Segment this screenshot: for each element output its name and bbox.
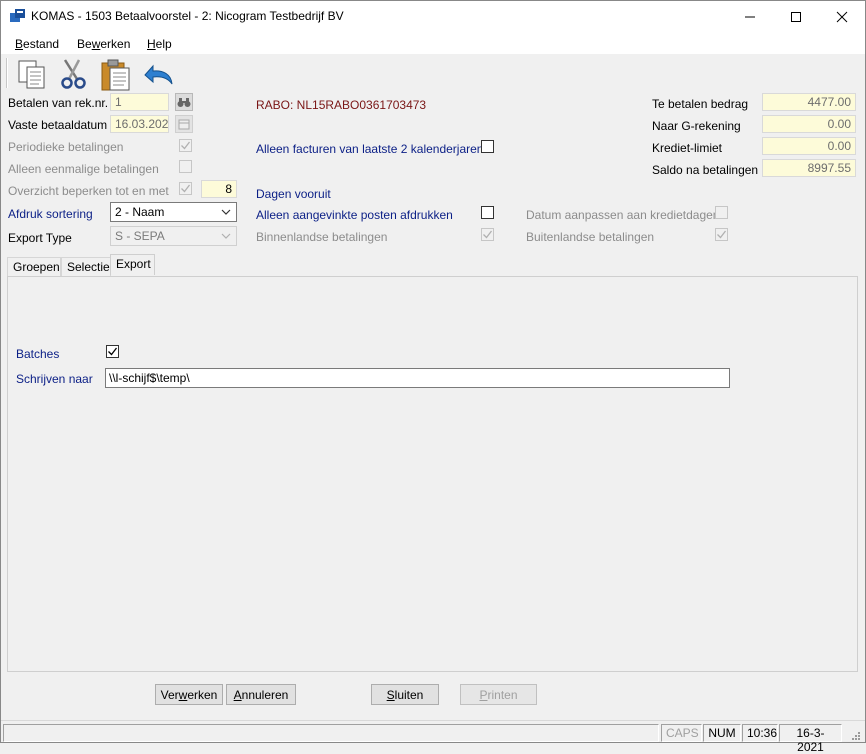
close-button[interactable] [819,1,865,32]
undo-icon [144,64,173,85]
undo-button[interactable] [141,57,175,91]
rek-field[interactable]: 1 [110,93,169,111]
resize-grip-icon[interactable] [847,729,861,743]
copy-button[interactable] [15,57,49,91]
minimize-button[interactable] [727,1,773,32]
menu-bestand[interactable]: Bestand [15,37,59,51]
status-message [3,724,659,742]
g-rekening-label: Naar G-rekening [652,119,741,133]
periodiek-checkbox[interactable] [179,139,192,152]
overzicht-checkbox[interactable] [179,182,192,195]
cut-button[interactable] [57,57,91,91]
periodiek-label: Periodieke betalingen [8,140,124,154]
num-indicator: NUM [703,724,741,742]
sortering-label: Afdruk sortering [8,207,93,221]
sluiten-button[interactable]: Sluiten [371,684,439,705]
check-icon [108,347,118,356]
export-type-label: Export Type [8,231,72,245]
rabo-account: RABO: NL15RABO0361703473 [256,98,427,112]
binoculars-icon [177,98,191,107]
cut-icon [61,59,86,89]
export-type-select[interactable]: S - SEPA [110,226,237,246]
main-window: KOMAS - 1503 Betaalvoorstel - 2: Nicogra… [0,0,866,754]
rek-label: Betalen van rek.nr. [8,96,109,110]
sortering-value: 2 - Naam [115,205,165,219]
krediet-field: 0.00 [762,137,856,155]
close-icon [836,11,848,22]
datum-aanpassen-checkbox[interactable] [715,206,728,219]
te-betalen-label: Te betalen bedrag [652,97,749,111]
krediet-label: Krediet-limiet [652,141,723,155]
calendar-icon [178,119,190,130]
datum-aanpassen-label: Datum aanpassen aan kredietdagen [526,208,720,222]
copy-icon [18,60,45,89]
check-icon [717,230,727,239]
buitenlandse-label: Buitenlandse betalingen [526,230,655,244]
toolbar-grip [6,58,8,88]
annuleren-button[interactable]: Annuleren [226,684,296,705]
dagen-label: Dagen vooruit [256,187,331,201]
check-icon [181,141,191,150]
maximize-button[interactable] [773,1,819,32]
schrijven-label: Schrijven naar [16,372,93,386]
g-rekening-field: 0.00 [762,115,856,133]
export-type-value: S - SEPA [115,229,165,243]
schrijven-input[interactable]: \\l-schijf$\temp\ [105,368,730,388]
check-icon [181,184,191,193]
facturen-checkbox[interactable] [481,140,494,153]
tab-selectie[interactable]: Selectie [61,257,111,276]
overzicht-field[interactable]: 8 [201,180,237,198]
menu-bar: Bestand Bewerken Help [1,32,865,54]
export-panel: Batches Schrijven naar \\l-schijf$\temp\ [7,276,858,672]
rek-lookup-button[interactable] [175,93,193,111]
status-bar: CAPS NUM 10:36 16-3-2021 [1,720,865,754]
minimize-icon [745,16,755,17]
facturen-label: Alleen facturen van laatste 2 kalenderja… [256,142,484,156]
calendar-button[interactable] [175,115,193,133]
buitenlandse-checkbox[interactable] [715,228,728,241]
verwerken-button[interactable]: Ver w erken [155,684,223,705]
date-indicator: 16-3-2021 [779,724,842,754]
app-icon [10,9,25,22]
binnenlandse-label: Binnenlandse betalingen [256,230,388,244]
batches-checkbox[interactable] [106,345,119,358]
saldo-label: Saldo na betalingen [652,163,759,177]
check-icon [483,230,493,239]
aangevinkt-label: Alleen aangevinkte posten afdrukken [256,208,453,222]
binnenlandse-checkbox[interactable] [481,228,494,241]
overzicht-label: Overzicht beperken tot en met [8,184,169,198]
sortering-select[interactable]: 2 - Naam [110,202,237,222]
te-betalen-field: 4477.00 [762,93,856,111]
batches-label: Batches [16,347,60,361]
menu-help[interactable]: Help [147,37,172,51]
datum-label: Vaste betaaldatum [8,118,108,132]
chevron-down-icon [221,209,231,215]
eenmalig-checkbox[interactable] [179,160,192,173]
toolbar [1,54,865,92]
tab-export[interactable]: Export [110,254,155,275]
menu-bewerken[interactable]: Bewerken [77,37,130,51]
eenmalig-label: Alleen eenmalige betalingen [8,162,159,176]
datum-field[interactable]: 16.03.2021 [110,115,169,133]
paste-button[interactable] [99,57,133,91]
printen-button[interactable]: Printen [460,684,537,705]
time-indicator: 10:36 [742,724,778,742]
saldo-field: 8997.55 [762,159,856,177]
title-bar: KOMAS - 1503 Betaalvoorstel - 2: Nicogra… [1,1,865,32]
window-title: KOMAS - 1503 Betaalvoorstel - 2: Nicogra… [31,9,344,23]
chevron-down-icon [221,233,231,239]
aangevinkt-checkbox[interactable] [481,206,494,219]
tab-groepen[interactable]: Groepen [7,257,61,276]
paste-icon [101,59,130,91]
maximize-icon [791,11,801,22]
caps-indicator: CAPS [661,724,702,742]
